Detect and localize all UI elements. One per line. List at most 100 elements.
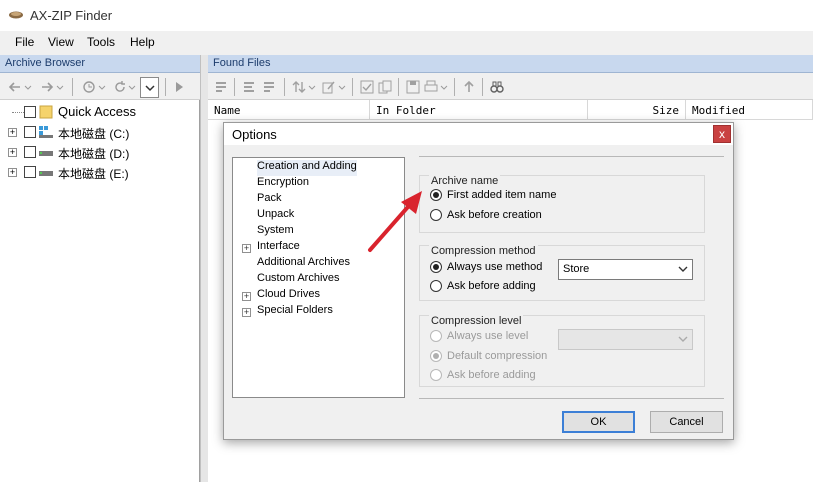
chevron-down-icon[interactable] [440, 80, 448, 94]
drive-icon [39, 126, 53, 138]
column-header-in-folder[interactable]: In Folder [370, 100, 588, 120]
compression-method-select[interactable]: Store [558, 259, 693, 280]
radio-button[interactable] [430, 280, 442, 292]
ok-button[interactable]: OK [562, 411, 635, 433]
menu-file[interactable]: File [15, 35, 34, 49]
folder-icon [39, 105, 53, 119]
radio-label: Always use method [447, 261, 543, 273]
checkbox[interactable] [24, 106, 36, 118]
category-cloud-drives[interactable]: Cloud Drives [257, 288, 320, 304]
checkbox[interactable] [24, 126, 36, 138]
menu-tools[interactable]: Tools [87, 35, 115, 49]
toolbar-separator [454, 78, 455, 96]
print-icon[interactable] [424, 80, 438, 94]
annotation-arrow-icon [368, 191, 422, 252]
toolbar-separator [72, 78, 73, 96]
toolbar-separator [165, 78, 166, 96]
tree-item-drive-d[interactable]: + 本地磁盘 (D:) [0, 143, 200, 161]
select-value: Store [563, 263, 590, 275]
history-icon[interactable] [82, 80, 96, 94]
category-custom-archives[interactable]: Custom Archives [257, 272, 340, 288]
sort-icon[interactable] [292, 80, 306, 94]
radio-button[interactable] [430, 369, 442, 381]
category-pack[interactable]: Pack [257, 192, 281, 208]
category-system[interactable]: System [257, 224, 294, 240]
expand-toggle[interactable]: + [8, 168, 17, 177]
group-title: Compression method [429, 245, 538, 257]
dialog-title: Options [232, 127, 277, 142]
archive-browser-toolbar [0, 74, 200, 100]
forward-arrow-icon[interactable] [40, 80, 54, 94]
expand-toggle[interactable]: + [8, 148, 17, 157]
save-icon[interactable] [406, 80, 420, 94]
chevron-down-icon[interactable] [308, 80, 316, 94]
checkbox[interactable] [24, 146, 36, 158]
dropdown-button[interactable] [140, 77, 159, 98]
column-header-name[interactable]: Name [208, 100, 370, 120]
list-icon[interactable] [214, 80, 228, 94]
close-button[interactable]: x [713, 125, 731, 143]
column-header-modified[interactable]: Modified [686, 100, 813, 120]
edit-icon[interactable] [322, 80, 336, 94]
pane-splitter[interactable] [200, 55, 208, 482]
expand-toggle[interactable]: + [8, 128, 17, 137]
chevron-down-icon[interactable] [24, 80, 32, 94]
category-interface[interactable]: Interface [257, 240, 300, 256]
drive-icon [39, 151, 53, 156]
app-icon [9, 11, 23, 19]
checkbox[interactable] [24, 166, 36, 178]
compression-level-group: Compression level Always use level Defau… [419, 315, 705, 387]
cancel-button[interactable]: Cancel [650, 411, 723, 433]
radio-label: First added item name [447, 189, 557, 201]
menu-bar: File View Tools Help [0, 31, 813, 53]
chevron-down-icon[interactable] [128, 80, 136, 94]
window-title: AX-ZIP Finder [30, 8, 113, 23]
found-files-toolbar [208, 74, 813, 100]
radio-button[interactable] [430, 261, 442, 273]
tree-label: 本地磁盘 (D:) [58, 147, 130, 161]
column-header-size[interactable]: Size [588, 100, 686, 120]
category-unpack[interactable]: Unpack [257, 208, 294, 224]
compression-level-select[interactable] [558, 329, 693, 350]
up-arrow-icon[interactable] [462, 80, 476, 94]
radio-button[interactable] [430, 350, 442, 362]
options-dialog: Options x Creation and Adding Encryption… [223, 122, 734, 440]
radio-button[interactable] [430, 209, 442, 221]
refresh-icon[interactable] [113, 80, 127, 94]
chevron-down-icon [678, 336, 688, 342]
extract-icon[interactable] [242, 80, 256, 94]
menu-help[interactable]: Help [130, 35, 155, 49]
expand-toggle[interactable]: + [242, 308, 251, 317]
chevron-down-icon[interactable] [56, 80, 64, 94]
radio-button[interactable] [430, 189, 442, 201]
dialog-titlebar: Options x [224, 123, 733, 145]
group-title: Compression level [429, 315, 524, 327]
category-creation-and-adding[interactable]: Creation and Adding [257, 160, 357, 176]
chevron-down-icon [678, 266, 688, 272]
chevron-down-icon [145, 85, 155, 92]
extract-to-icon[interactable] [262, 80, 276, 94]
radio-label: Ask before adding [447, 369, 536, 381]
menu-view[interactable]: View [48, 35, 74, 49]
tree-item-drive-c[interactable]: + 本地磁盘 (C:) [0, 123, 200, 141]
check-list-icon[interactable] [360, 80, 374, 94]
chevron-down-icon[interactable] [98, 80, 106, 94]
category-encryption[interactable]: Encryption [257, 176, 309, 192]
play-icon[interactable] [172, 80, 186, 94]
tree-item-drive-e[interactable]: + 本地磁盘 (E:) [0, 163, 200, 181]
copy-icon[interactable] [378, 80, 392, 94]
archive-browser-tree: Quick Access + 本地磁盘 (C:) + 本地磁盘 (D:) + 本… [0, 100, 200, 482]
expand-toggle[interactable]: + [242, 244, 251, 253]
back-arrow-icon[interactable] [8, 80, 22, 94]
radio-button[interactable] [430, 330, 442, 342]
archive-browser-header: Archive Browser [0, 55, 200, 73]
group-title: Archive name [429, 175, 501, 187]
category-additional-archives[interactable]: Additional Archives [257, 256, 350, 272]
tree-item-quick-access[interactable]: Quick Access [0, 103, 200, 121]
expand-toggle[interactable]: + [242, 292, 251, 301]
category-special-folders[interactable]: Special Folders [257, 304, 333, 320]
chevron-down-icon[interactable] [338, 80, 346, 94]
radio-label: Always use level [447, 330, 529, 342]
binoculars-icon[interactable] [490, 80, 504, 94]
toolbar-separator [234, 78, 235, 96]
